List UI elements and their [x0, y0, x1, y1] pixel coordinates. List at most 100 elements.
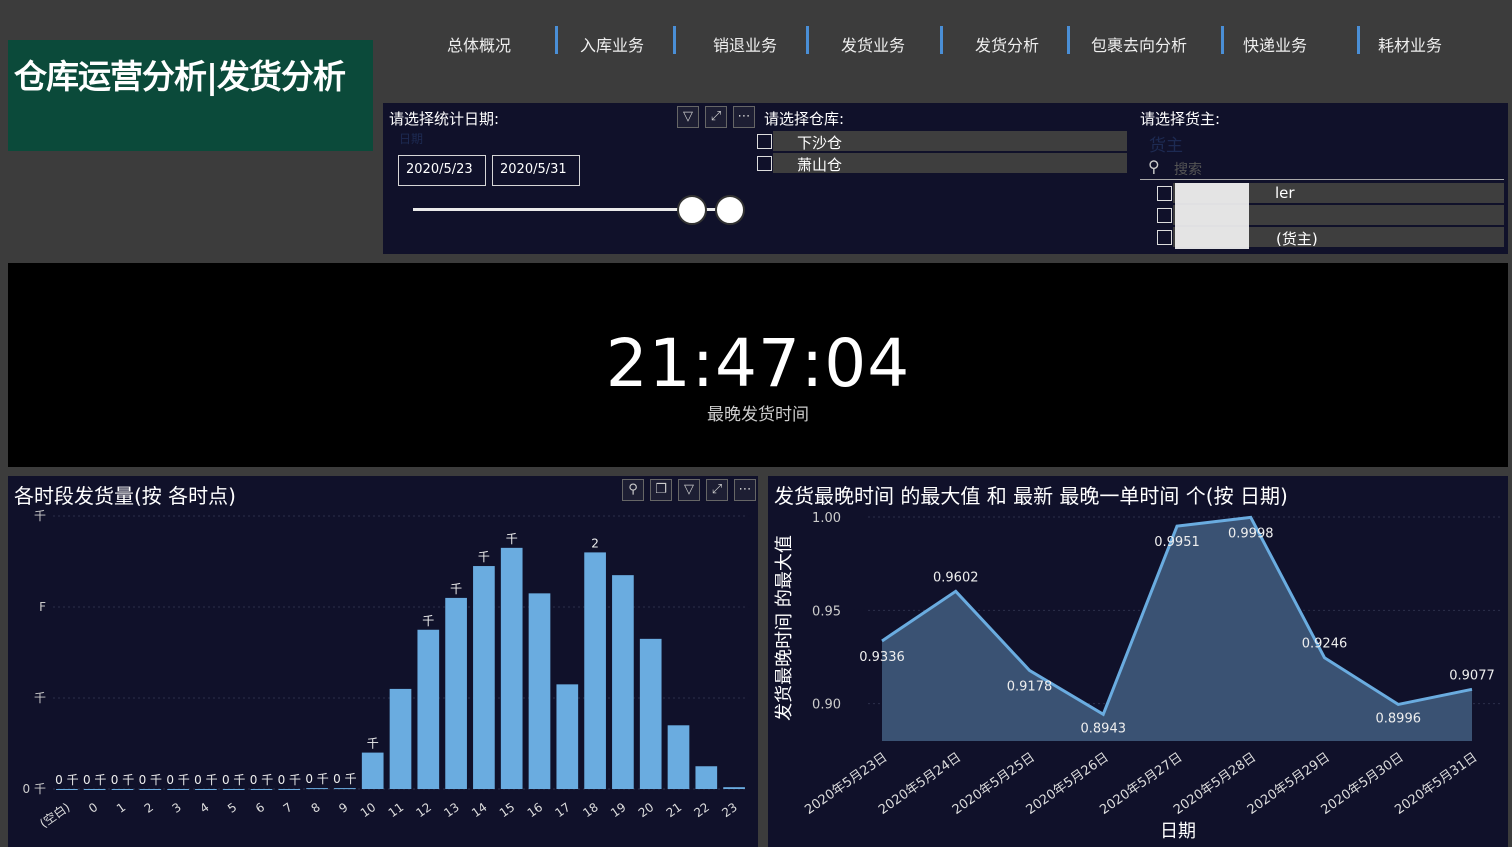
owner-search-field[interactable]: ⚲ 搜索 — [1140, 155, 1504, 180]
date-filter-subtitle: 日期 — [399, 132, 424, 146]
bar — [556, 684, 579, 789]
report-title: 仓库运营分析|发货分析 — [14, 57, 346, 96]
nav-item-consumables[interactable]: 耗材业务 — [1378, 32, 1442, 56]
bar — [389, 688, 412, 789]
bar — [139, 789, 162, 790]
warehouse-option[interactable]: 萧山仓 — [757, 153, 1127, 174]
more-options-icon[interactable]: ⋯ — [733, 106, 755, 128]
bar — [612, 575, 634, 789]
bar-data-label: 0 千 — [278, 773, 301, 787]
bar — [222, 789, 245, 790]
bar — [445, 597, 467, 789]
x-tick-label: 21 — [664, 800, 685, 820]
x-tick-label: 5 — [225, 800, 239, 816]
owner-option[interactable]: ler — [1157, 183, 1504, 205]
end-date-input[interactable]: 2020/5/31 — [492, 155, 580, 186]
x-tick-label: 13 — [441, 800, 462, 820]
bar-data-label: 0 千 — [305, 772, 328, 786]
y-tick-label: 1.00 — [812, 511, 841, 526]
point-data-label: 0.9602 — [933, 570, 979, 585]
warehouse-option[interactable]: 下沙仓 — [757, 131, 1127, 152]
kpi-value: 21:47:04 — [605, 325, 911, 402]
bar-data-label: 千 — [506, 532, 518, 546]
bar-data-label: 千 — [478, 550, 490, 564]
checkbox-icon[interactable] — [757, 134, 772, 149]
x-tick-label: 12 — [413, 800, 434, 820]
x-tick-label: 2020年5月31日 — [1392, 750, 1480, 818]
x-tick-label: 7 — [281, 800, 295, 816]
bar — [695, 766, 718, 789]
x-axis-title: 日期 — [1160, 821, 1196, 842]
checkbox-icon[interactable] — [1157, 208, 1172, 223]
point-data-label: 0.9077 — [1449, 668, 1495, 683]
y-tick-label: 0.95 — [812, 604, 841, 619]
bar — [639, 638, 662, 789]
redacted-name — [1175, 183, 1249, 205]
bar — [111, 789, 134, 790]
nav-item-inbound[interactable]: 入库业务 — [580, 32, 644, 56]
checkbox-icon[interactable] — [1157, 230, 1172, 245]
date-filter-label: 请选择统计日期: — [389, 110, 500, 128]
nav-separator — [940, 26, 943, 54]
hourly-bar-chart: 0 千千F千0 千(空白)0 千00 千10 千20 千30 千40 千50 千… — [23, 509, 748, 831]
checkbox-icon[interactable] — [757, 156, 772, 171]
x-tick-label: (空白) — [37, 799, 73, 830]
bar — [250, 789, 273, 790]
bar-data-label: 千 — [422, 614, 434, 628]
warehouse-option-label: 下沙仓 — [797, 134, 843, 152]
filter-icon[interactable]: ▽ — [677, 106, 699, 128]
nav-item-overview[interactable]: 总体概况 — [447, 32, 511, 56]
x-tick-label: 2 — [142, 800, 156, 816]
owner-option-label: (货主) — [1276, 230, 1318, 248]
bar — [278, 789, 301, 790]
slider-start-handle[interactable] — [677, 195, 707, 225]
x-tick-label: 6 — [253, 800, 267, 816]
bar — [306, 788, 328, 790]
nav-separator — [673, 26, 676, 54]
x-tick-label: 18 — [580, 800, 601, 820]
latest-time-area-chart: 0.900.951.000.93362020年5月23日0.96022020年5… — [774, 511, 1503, 842]
nav-item-express[interactable]: 快递业务 — [1243, 32, 1307, 56]
x-tick-label: 22 — [691, 800, 712, 820]
x-tick-label: 4 — [197, 800, 211, 816]
nav-item-shipping[interactable]: 发货业务 — [841, 32, 905, 56]
owner-filter-subtitle: 货主 — [1149, 136, 1183, 156]
nav-item-returns[interactable]: 销退业务 — [713, 32, 777, 56]
nav-item-parcel-destination[interactable]: 包裹去向分析 — [1091, 32, 1187, 56]
point-data-label: 0.9998 — [1228, 526, 1274, 541]
point-data-label: 0.9178 — [1007, 679, 1053, 694]
slider-end-handle[interactable] — [715, 195, 745, 225]
owner-option[interactable] — [1157, 205, 1504, 227]
x-tick-label: 17 — [552, 800, 573, 820]
search-icon: ⚲ — [1148, 157, 1160, 176]
x-tick-label: 14 — [469, 800, 490, 820]
x-tick-label: 20 — [636, 800, 657, 820]
y-tick-label: 0 千 — [23, 782, 46, 796]
bar-data-label: 2 — [591, 536, 599, 550]
nav-separator — [1067, 26, 1070, 54]
hourly-shipment-panel: 各时段发货量(按 各时点) ⚲ ❐ ▽ ⤢ ⋯ 0 千千F千0 千 (空白) 0 千… — [8, 476, 758, 847]
nav-item-shipping-analysis[interactable]: 发货分析 — [975, 32, 1039, 56]
y-tick-label: 千 — [34, 691, 46, 705]
checkbox-icon[interactable] — [1157, 186, 1172, 201]
x-tick-label: 9 — [336, 800, 350, 816]
point-data-label: 0.9336 — [859, 650, 905, 665]
bar — [417, 629, 440, 789]
owner-filter-label: 请选择货主: — [1140, 110, 1221, 128]
point-data-label: 0.9246 — [1302, 637, 1348, 652]
start-date-input[interactable]: 2020/5/23 — [398, 155, 486, 186]
search-placeholder: 搜索 — [1174, 162, 1202, 178]
kpi-label: 最晚发货时间 — [707, 405, 809, 425]
y-axis-title: 发货最晚时间 的最大值 — [774, 535, 795, 721]
bar-data-label: 0 千 — [194, 773, 217, 787]
focus-mode-icon[interactable]: ⤢ — [705, 106, 727, 128]
dashboard-root: 仓库运营分析|发货分析 总体概况 入库业务 销退业务 发货业务 发货分析 包裹去… — [0, 0, 1512, 847]
owner-option[interactable]: (货主) — [1157, 227, 1504, 249]
bar — [83, 789, 106, 790]
bar — [361, 752, 384, 789]
x-tick-label: 3 — [170, 800, 184, 816]
x-tick-label: 19 — [608, 800, 629, 820]
y-tick-label: 千 — [34, 509, 46, 523]
top-navigation: 总体概况 入库业务 销退业务 发货业务 发货分析 包裹去向分析 快递业务 耗材业… — [415, 24, 1512, 58]
bar-data-label: 千 — [450, 582, 462, 596]
